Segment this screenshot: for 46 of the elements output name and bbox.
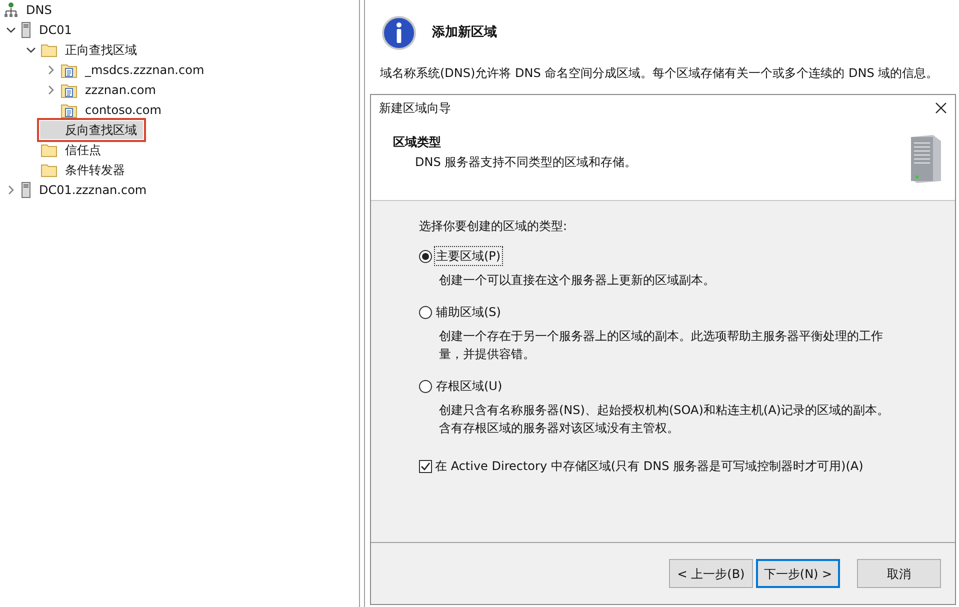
option-description: 创建一个可以直接在这个服务器上更新的区域副本。 bbox=[439, 272, 716, 289]
server-icon bbox=[21, 22, 31, 38]
zone-file-icon bbox=[61, 82, 77, 98]
tree-item[interactable]: DNS bbox=[23, 1, 55, 19]
radio-button[interactable] bbox=[419, 306, 432, 318]
tree-item[interactable]: 反向查找区域 bbox=[40, 121, 143, 139]
radio-label[interactable]: 存根区域(U) bbox=[435, 377, 504, 395]
radio-button[interactable] bbox=[419, 380, 432, 392]
close-icon[interactable] bbox=[935, 102, 947, 114]
tree-item[interactable]: 信任点 bbox=[62, 141, 104, 159]
info-title: 添加新区域 bbox=[432, 24, 497, 42]
page-subheading: DNS 服务器支持不同类型的区域和存储。 bbox=[415, 154, 637, 171]
chevron-right-icon[interactable] bbox=[46, 85, 56, 95]
tree-item[interactable]: DC01 bbox=[36, 21, 75, 39]
chevron-down-icon[interactable] bbox=[6, 25, 16, 35]
dialog-title: 新建区域向导 bbox=[379, 100, 451, 117]
tree-item[interactable]: 条件转发器 bbox=[62, 161, 128, 179]
dialog-button[interactable]: 下一步(N) > bbox=[756, 559, 840, 588]
checkbox[interactable] bbox=[419, 460, 432, 472]
info-icon bbox=[382, 16, 416, 50]
chevron-right-icon[interactable] bbox=[46, 65, 56, 75]
dialog-button[interactable]: < 上一步(B) bbox=[669, 559, 753, 588]
dialog-button[interactable]: 取消 bbox=[857, 559, 941, 588]
radio-label[interactable]: 辅助区域(S) bbox=[435, 303, 502, 321]
zone-file-icon bbox=[61, 102, 77, 118]
radio-button[interactable] bbox=[419, 250, 432, 262]
tree-item[interactable]: 正向查找区域 bbox=[62, 41, 140, 59]
tree-item[interactable]: contoso.com bbox=[82, 101, 164, 119]
checkbox-label[interactable]: 在 Active Directory 中存储区域(只有 DNS 服务器是可写域控制器时才可用)(A) bbox=[435, 457, 864, 475]
tree-item[interactable]: _msdcs.zzznan.com bbox=[82, 61, 208, 79]
folder-icon bbox=[41, 143, 57, 157]
prompt-label: 选择你要创建的区域的类型: bbox=[419, 218, 568, 235]
chevron-right-icon[interactable] bbox=[6, 185, 16, 195]
folder-icon bbox=[41, 43, 57, 57]
page-heading: 区域类型 bbox=[393, 134, 442, 151]
option-description: 创建一个存在于另一个服务器上的区域的副本。此选项帮助主服务器平衡处理的工作量，并提供容错。 bbox=[439, 328, 884, 363]
network-icon bbox=[4, 2, 18, 18]
tree-item[interactable]: zzznan.com bbox=[82, 81, 159, 99]
folder-icon bbox=[41, 163, 57, 177]
zone-file-icon bbox=[61, 62, 77, 78]
chevron-down-icon[interactable] bbox=[26, 45, 36, 55]
tree-item[interactable]: DC01.zzznan.com bbox=[36, 181, 150, 199]
server-icon bbox=[21, 182, 31, 198]
option-description: 创建只含有名称服务器(NS)、起始授权机构(SOA)和粘连主机(A)记录的区域的副本。含有存根区域的服务器对该区域没有主管权。 bbox=[439, 402, 890, 437]
info-description: 域名称系统(DNS)允许将 DNS 命名空间分成区域。每个区域存储有关一个或多个连续的 DNS 域的信息。 bbox=[380, 65, 940, 82]
radio-label[interactable]: 主要区域(P) bbox=[435, 247, 502, 265]
